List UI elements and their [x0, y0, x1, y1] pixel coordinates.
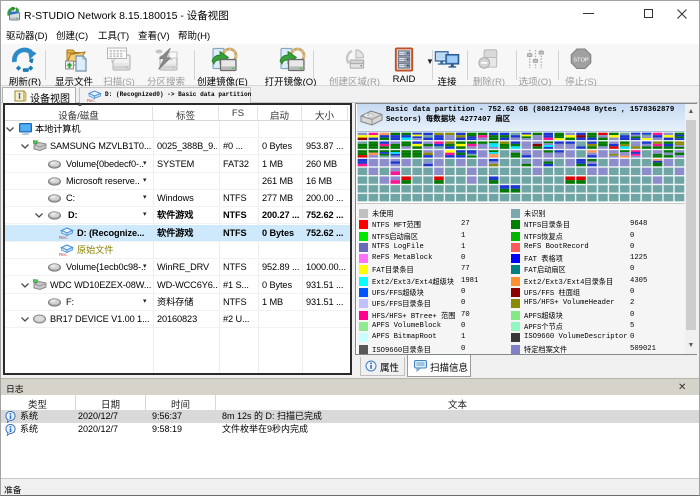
svg-text:Rec.: Rec.: [59, 252, 68, 257]
svg-text:Rec.: Rec.: [59, 235, 68, 240]
svg-text:Rec.: Rec.: [87, 98, 96, 103]
svg-text:STOP: STOP: [573, 57, 589, 63]
